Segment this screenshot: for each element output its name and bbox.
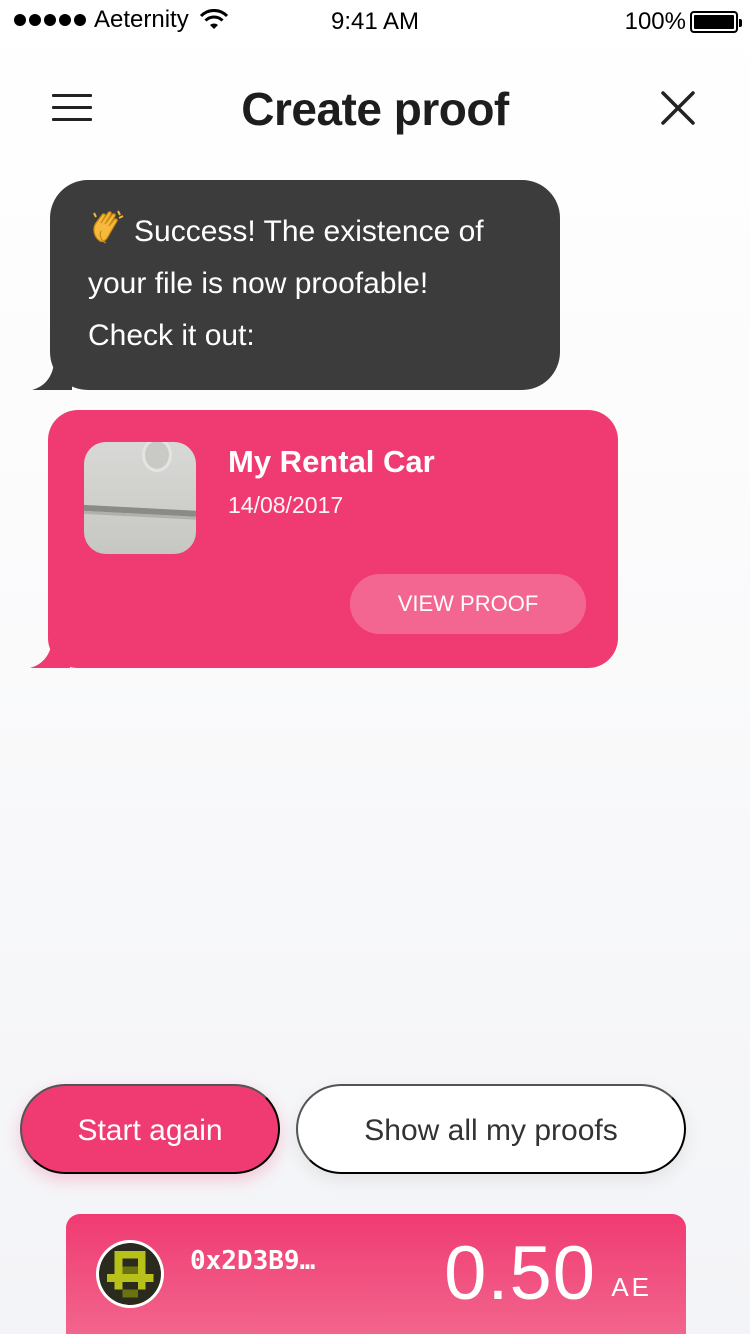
show-all-proofs-button[interactable]: Show all my proofs — [296, 1084, 686, 1174]
message-line-2: your file is now proofable! — [88, 267, 429, 300]
message-line-1: Success! The existence of — [134, 215, 484, 248]
close-icon[interactable] — [660, 90, 696, 126]
view-proof-button[interactable]: VIEW PROOF — [350, 574, 586, 634]
battery-icon — [690, 11, 742, 33]
message-line-3: Check it out: — [88, 319, 255, 352]
wallet-bar[interactable]: 0x2D3B9… 0.50 AE — [66, 1214, 686, 1334]
balance-unit: AE — [611, 1272, 652, 1302]
proof-thumbnail — [84, 442, 196, 554]
status-right: 100% — [624, 8, 742, 36]
page-title: Create proof — [241, 83, 509, 135]
proof-date: 14/08/2017 — [228, 492, 344, 518]
identicon-icon — [99, 1243, 161, 1305]
identicon-avatar[interactable] — [96, 1240, 164, 1308]
start-again-button[interactable]: Start again — [20, 1084, 280, 1174]
proof-title: My Rental Car — [228, 444, 435, 479]
status-bar: Aeternity 9:41 AM 100% — [0, 0, 750, 42]
success-message-bubble: Success! The existence of your file is n… — [50, 180, 560, 390]
proof-card[interactable]: My Rental Car 14/08/2017 VIEW PROOF — [48, 410, 618, 668]
wallet-address: 0x2D3B9… — [190, 1246, 316, 1276]
message-line: Success! The existence of — [88, 206, 530, 258]
battery-percentage: 100% — [624, 8, 686, 35]
wallet-balance: 0.50 — [444, 1231, 596, 1316]
header: Create proof — [0, 70, 750, 150]
clapping-hands-icon — [93, 210, 124, 244]
